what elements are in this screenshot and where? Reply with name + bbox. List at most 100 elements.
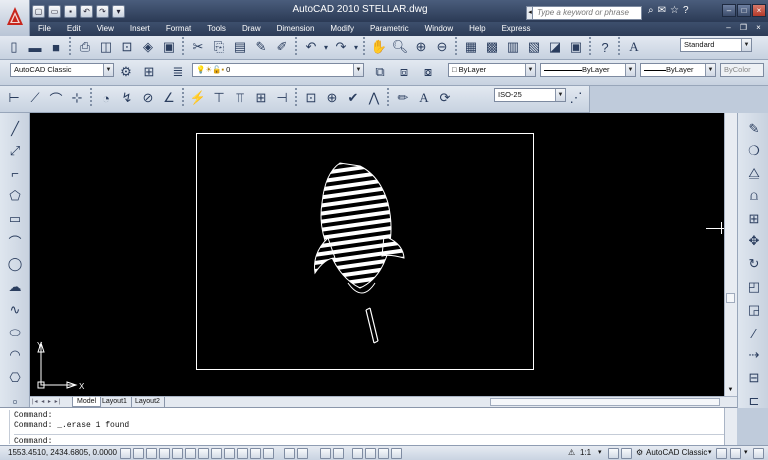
infer-constraints-icon[interactable]	[120, 448, 131, 459]
diameter-dimension-icon[interactable]: ⊘	[138, 88, 158, 108]
aligned-dimension-icon[interactable]: ⟋	[25, 88, 45, 108]
angular-dimension-icon[interactable]: ∠	[159, 88, 179, 108]
arc-icon[interactable]: ⌒	[5, 231, 25, 251]
annotation-scale[interactable]: 1:1	[580, 448, 591, 457]
lineweight-toggle-icon[interactable]	[250, 448, 261, 459]
quickcalc-icon[interactable]: ▣	[566, 37, 586, 57]
menu-view[interactable]: View	[89, 22, 122, 36]
mirror-icon[interactable]: ⧋	[744, 163, 764, 183]
help-icon[interactable]: ?	[683, 5, 689, 16]
quick-dimension-icon[interactable]: ⚡	[188, 88, 208, 108]
plotstyle-select[interactable]: ByColor	[720, 63, 764, 77]
design-center-icon[interactable]: ▩	[482, 37, 502, 57]
publish-icon[interactable]: ⊡	[117, 37, 137, 57]
dimension-style-manager-icon[interactable]: ⋰	[566, 88, 586, 108]
baseline-dimension-icon[interactable]: ⊤	[209, 88, 229, 108]
join-icon[interactable]: ⊏	[744, 391, 764, 411]
erase-icon[interactable]: ✎	[744, 119, 764, 139]
block-editor-icon[interactable]: ✐	[272, 37, 292, 57]
polar-tracking-icon[interactable]	[172, 448, 183, 459]
plot-preview-icon[interactable]: ◫	[96, 37, 116, 57]
search-binoculars-icon[interactable]: ⌕	[648, 5, 654, 16]
redo-tool-icon[interactable]: ↷	[331, 37, 351, 57]
menu-dimension[interactable]: Dimension	[269, 22, 323, 36]
coordinates-display[interactable]: 1553.4510, 2434.6805, 0.0000	[8, 448, 117, 457]
model-space-icon[interactable]	[284, 448, 295, 459]
layer-select[interactable]: 💡☀🔓▪ 0 ▼	[192, 63, 364, 77]
dynamic-ucs-icon[interactable]	[224, 448, 235, 459]
save-icon[interactable]: ▪	[64, 5, 77, 18]
match-properties-icon[interactable]: ✎	[251, 37, 271, 57]
layer-properties-icon[interactable]: ≣	[168, 62, 188, 82]
insert-block-icon[interactable]: ⎔	[5, 368, 25, 388]
menu-edit[interactable]: Edit	[59, 22, 89, 36]
design-review-icon[interactable]: ▣	[159, 37, 179, 57]
linetype-select[interactable]: ByLayer ▼	[540, 63, 636, 77]
undo-icon[interactable]: ↶	[80, 5, 93, 18]
open-file-icon[interactable]: ▬	[25, 37, 45, 57]
center-mark-icon[interactable]: ⊕	[322, 88, 342, 108]
grid-display-icon[interactable]	[146, 448, 157, 459]
sheet-set-icon[interactable]: ▧	[524, 37, 544, 57]
showmotion-icon[interactable]	[391, 448, 402, 459]
layer-previous-icon[interactable]: ⧈	[394, 62, 414, 82]
workspace-switch[interactable]: AutoCAD Classic	[646, 448, 707, 457]
toolbar-lock-icon[interactable]	[716, 448, 727, 459]
command-scrollbar[interactable]	[724, 408, 737, 446]
qnew-icon[interactable]: ▯	[4, 37, 24, 57]
menu-modify[interactable]: Modify	[322, 22, 362, 36]
zoom-icon[interactable]	[365, 448, 376, 459]
dimension-text-edit-icon[interactable]: A	[414, 88, 434, 108]
undo-tool-icon[interactable]: ↶	[301, 37, 321, 57]
communication-center-icon[interactable]: ✉	[658, 5, 666, 16]
application-menu-button[interactable]	[0, 0, 30, 37]
quick-properties-icon[interactable]	[263, 448, 274, 459]
workspace-select[interactable]: AutoCAD Classic ▼	[10, 63, 114, 77]
offset-icon[interactable]: ⩍	[744, 186, 764, 206]
doc-close-icon[interactable]: ×	[752, 22, 765, 34]
menu-help[interactable]: Help	[461, 22, 493, 36]
linear-dimension-icon[interactable]: ⊢	[4, 88, 24, 108]
cut-icon[interactable]: ✂	[188, 37, 208, 57]
quick-view-drawings-icon[interactable]	[333, 448, 344, 459]
vertical-scrollbar[interactable]: ▼	[724, 113, 737, 396]
revision-cloud-icon[interactable]: ☁	[5, 277, 25, 297]
workspace-settings-gear-icon[interactable]: ⚙	[116, 62, 136, 82]
doc-restore-icon[interactable]: ❐	[737, 22, 750, 34]
polyline-icon[interactable]: ⌐	[5, 163, 25, 183]
zoom-realtime-icon[interactable]: 🔍︎	[390, 37, 410, 57]
copy-object-icon[interactable]: ❍	[744, 141, 764, 161]
command-input[interactable]: Command:	[14, 434, 724, 446]
radius-dimension-icon[interactable]: ◔	[96, 88, 116, 108]
ortho-mode-icon[interactable]	[159, 448, 170, 459]
dimension-edit-icon[interactable]: ✏	[393, 88, 413, 108]
status-menu-icon[interactable]: ▾	[744, 448, 748, 456]
command-window-grip[interactable]	[2, 410, 10, 444]
hardware-acceleration-icon[interactable]	[730, 448, 741, 459]
jogged-linear-icon[interactable]: ⋀	[364, 88, 384, 108]
chevron-down-icon[interactable]: ▾	[598, 448, 602, 456]
3d-object-snap-icon[interactable]	[198, 448, 209, 459]
tab-layout2[interactable]: Layout2	[131, 397, 165, 407]
make-current-layer-icon[interactable]: ⧉	[370, 62, 390, 82]
new-icon[interactable]: ▢	[32, 5, 45, 18]
rotate-icon[interactable]: ↻	[744, 254, 764, 274]
maximize-icon[interactable]: □	[737, 4, 751, 17]
pan-icon[interactable]	[352, 448, 363, 459]
dimension-space-icon[interactable]: ⊞	[251, 88, 271, 108]
tab-navigation-icons[interactable]: |◂ ◂ ▸ ▸|	[32, 398, 61, 405]
scroll-down-icon[interactable]: ▼	[726, 387, 735, 395]
menu-window[interactable]: Window	[417, 22, 461, 36]
stretch-icon[interactable]: ◲	[744, 300, 764, 320]
text-style-icon[interactable]: A	[624, 37, 644, 57]
dimension-update-icon[interactable]: ⟳	[435, 88, 455, 108]
menu-tools[interactable]: Tools	[199, 22, 234, 36]
undo-dropdown-icon[interactable]: ▾	[322, 37, 330, 57]
annotation-scale-icon[interactable]: ⚠	[568, 448, 575, 457]
dynamic-input-icon[interactable]	[237, 448, 248, 459]
qat-dropdown-icon[interactable]: ▾	[112, 5, 125, 18]
annotation-visibility-icon[interactable]	[608, 448, 619, 459]
menu-format[interactable]: Format	[158, 22, 199, 36]
minimize-icon[interactable]: –	[722, 4, 736, 17]
plot-icon[interactable]: ⎙	[75, 37, 95, 57]
